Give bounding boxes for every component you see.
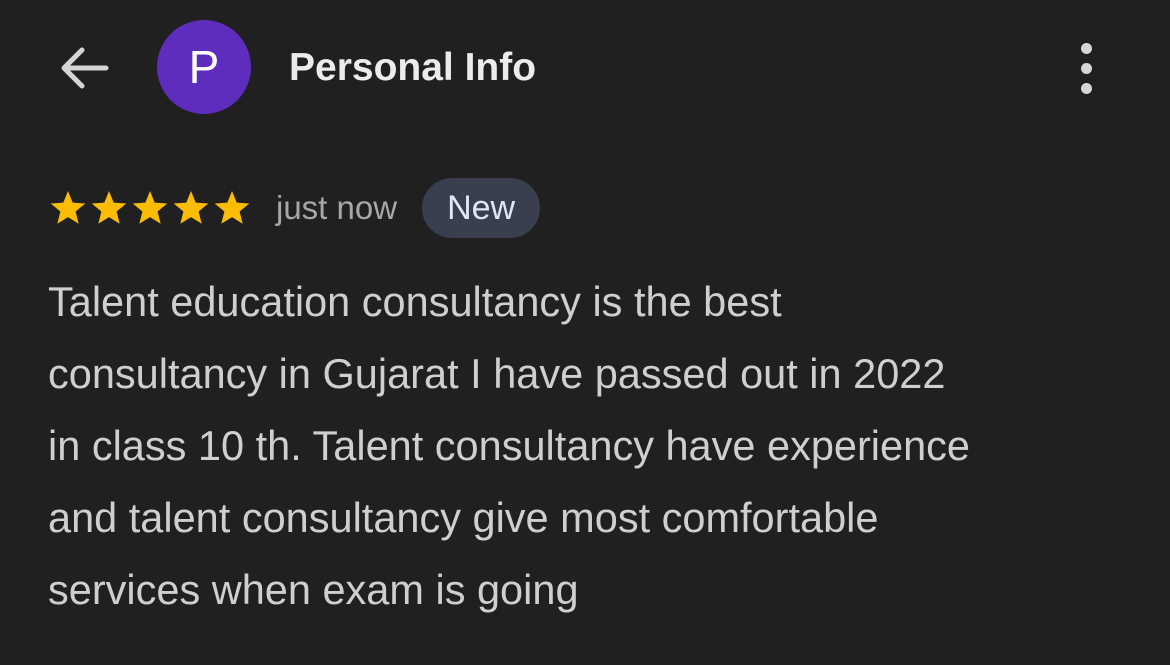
more-vertical-icon-dot	[1080, 42, 1092, 54]
more-vertical-icon-dot	[1080, 82, 1092, 94]
review-timestamp: just now	[276, 189, 398, 226]
back-button[interactable]	[52, 38, 116, 98]
more-options-button[interactable]	[1062, 38, 1110, 98]
star-icon	[50, 191, 86, 224]
avatar[interactable]: P	[157, 20, 251, 114]
page-title: Personal Info	[289, 46, 537, 89]
star-rating	[48, 188, 252, 228]
review-text: Talent education consultancy is the best…	[48, 278, 971, 613]
star-icon	[173, 191, 209, 224]
star-icon	[132, 191, 168, 224]
star-icon	[214, 191, 250, 224]
avatar-letter: P	[188, 41, 220, 93]
app-header: P Personal Info	[0, 0, 1170, 135]
new-badge: New	[422, 178, 541, 238]
star-icon	[91, 191, 127, 224]
arrow-left-icon	[61, 47, 109, 89]
more-vertical-icon-dot	[1080, 62, 1092, 74]
review-meta: just now New	[48, 178, 541, 238]
